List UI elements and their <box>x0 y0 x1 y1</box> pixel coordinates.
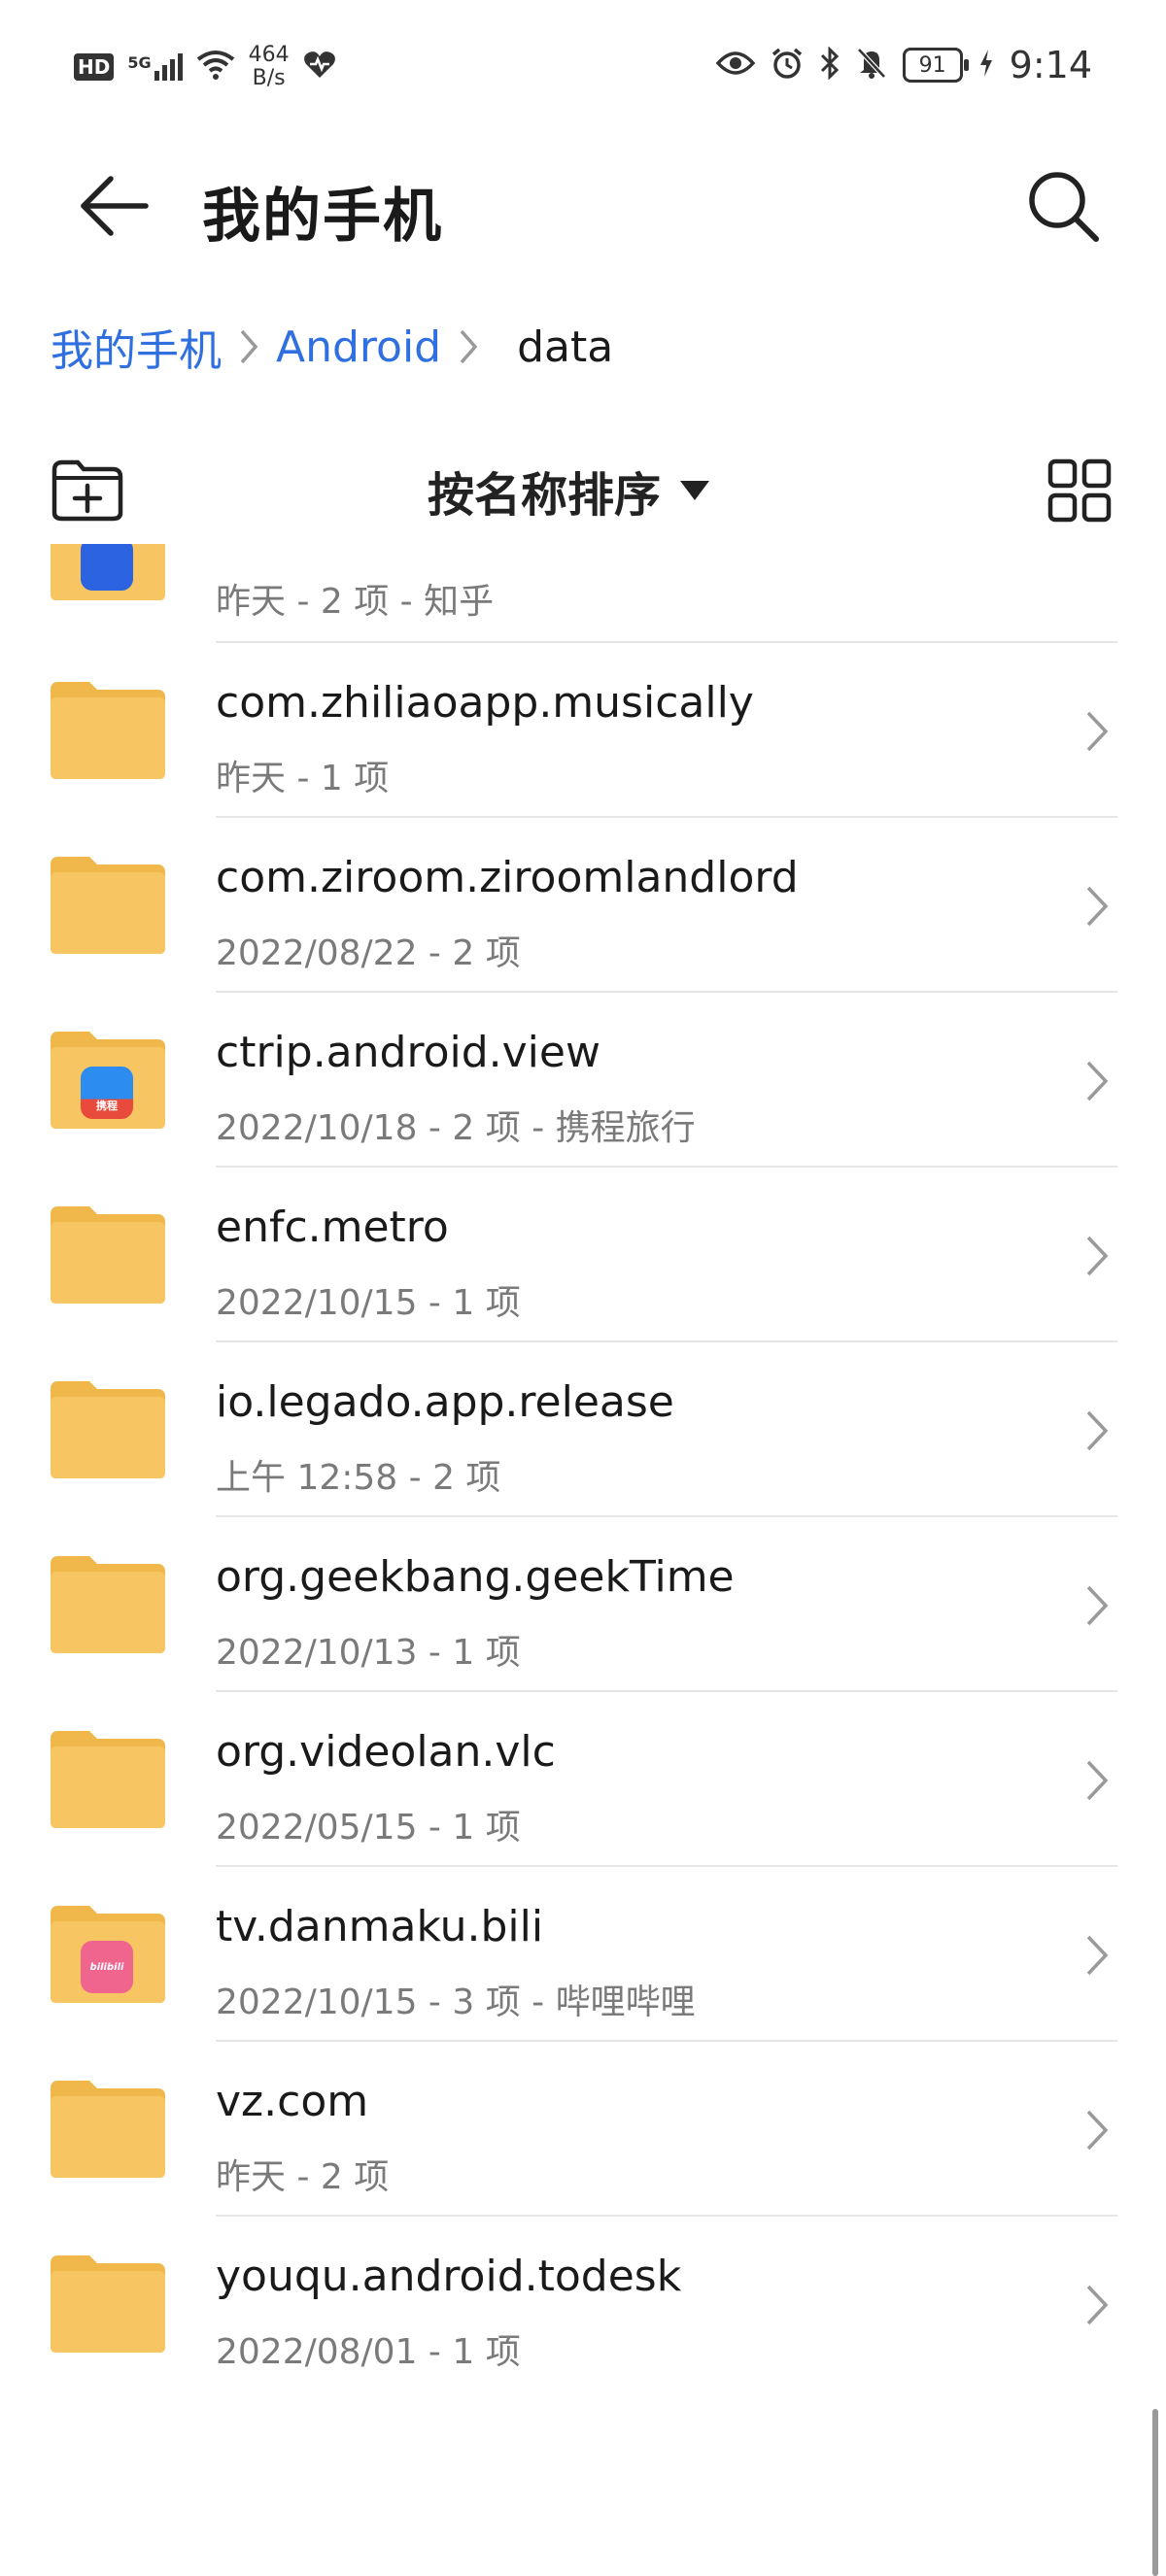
folder-icon: 携程 <box>51 1032 165 1129</box>
chevron-right-icon <box>1086 2110 1109 2151</box>
chevron-right-icon <box>1086 1410 1109 1451</box>
list-item[interactable]: io.legado.app.release 上午 12:58 - 2 项 <box>0 1342 1166 1517</box>
folder-icon <box>51 544 165 612</box>
file-name: io.legado.app.release <box>216 1377 674 1427</box>
chevron-right-icon <box>1086 886 1109 927</box>
net-speed-value: 464 <box>248 43 290 67</box>
list-item[interactable]: bilibili tv.danmaku.bili 2022/10/15 - 3 … <box>0 1867 1166 2042</box>
signal-icon: 5G <box>127 53 183 81</box>
file-name: youqu.android.todesk <box>216 2252 682 2301</box>
list-item[interactable]: com.zhiliaoapp.musically 昨天 - 1 项 <box>0 643 1166 818</box>
folder-icon <box>51 682 165 779</box>
file-meta: 昨天 - 1 项 <box>216 759 390 798</box>
search-button[interactable] <box>1022 165 1104 247</box>
battery-icon: 91 <box>902 48 969 83</box>
file-name: tv.danmaku.bili <box>216 1902 544 1951</box>
chevron-right-icon <box>1086 711 1109 752</box>
file-name: com.ziroom.ziroomlandlord <box>216 853 799 902</box>
net-speed-unit: B/s <box>252 66 286 90</box>
list-item[interactable]: org.videolan.vlc 2022/05/15 - 1 项 <box>0 1692 1166 1867</box>
file-meta: 上午 12:58 - 2 项 <box>216 1458 501 1498</box>
file-meta: 2022/10/15 - 1 项 <box>216 1283 521 1323</box>
ctrip-badge-label: 携程 <box>96 1100 118 1112</box>
heart-icon <box>303 51 336 84</box>
list-item[interactable]: vz.com 昨天 - 2 项 <box>0 2042 1166 2217</box>
chevron-right-icon <box>1086 1935 1109 1976</box>
breadcrumb-chevron-icon <box>441 313 496 381</box>
app-header: 我的手机 <box>0 146 1166 258</box>
new-folder-button[interactable] <box>51 457 124 525</box>
breadcrumb-item-android[interactable]: Android <box>276 322 441 372</box>
bilibili-app-icon: bilibili <box>81 1941 133 1993</box>
list-item[interactable]: enfc.metro 2022/10/15 - 1 项 <box>0 1168 1166 1342</box>
back-arrow-icon <box>81 176 149 236</box>
folder-icon <box>51 1556 165 1653</box>
file-meta: 昨天 - 2 项 - 知乎 <box>216 582 495 622</box>
grid-icon <box>1047 458 1112 523</box>
chevron-right-icon <box>1086 1585 1109 1626</box>
bluetooth-icon <box>819 46 840 84</box>
hd-icon: HD <box>74 53 115 81</box>
status-left: HD 5G 464 B/s <box>74 44 336 90</box>
list-item[interactable]: youqu.android.todesk 2022/08/01 - 1 项 <box>0 2217 1166 2391</box>
file-name: com.zhiliaoapp.musically <box>216 678 754 728</box>
folder-icon <box>51 857 165 954</box>
file-meta: 昨天 - 2 项 <box>216 2157 390 2197</box>
search-icon <box>1029 172 1099 242</box>
file-name: org.geekbang.geekTime <box>216 1552 735 1602</box>
file-meta: 2022/10/13 - 1 项 <box>216 1633 521 1673</box>
list-item[interactable]: 携程 ctrip.android.view 2022/10/18 - 2 项 -… <box>0 993 1166 1168</box>
scrollbar-thumb[interactable] <box>1152 2409 1158 2576</box>
bili-badge-label: bilibili <box>89 1961 124 1973</box>
folder-icon <box>51 1731 165 1828</box>
file-meta: 2022/10/18 - 2 项 - 携程旅行 <box>216 1108 696 1148</box>
folder-icon: bilibili <box>51 1906 165 2003</box>
folder-icon <box>51 2081 165 2178</box>
breadcrumb-item-my-phone[interactable]: 我的手机 <box>51 316 222 378</box>
chevron-right-icon <box>1086 1061 1109 1102</box>
signal-label: 5G <box>127 53 152 72</box>
new-folder-icon <box>51 459 123 522</box>
folder-icon <box>51 1206 165 1304</box>
file-meta: 2022/10/15 - 3 项 - 哔哩哔哩 <box>216 1983 696 2022</box>
chevron-right-icon <box>1086 1236 1109 1276</box>
mute-bell-icon <box>856 47 887 84</box>
file-meta: 2022/08/01 - 1 项 <box>216 2332 521 2372</box>
alarm-icon <box>771 47 804 84</box>
breadcrumb: 我的手机 Android data <box>51 313 613 381</box>
folder-icon <box>51 1381 165 1478</box>
file-meta: 2022/08/22 - 2 项 <box>216 933 521 973</box>
status-bar: HD 5G 464 B/s 91 9:14 <box>0 0 1166 146</box>
back-button[interactable] <box>72 165 154 247</box>
page-title: 我的手机 <box>202 183 443 251</box>
chevron-right-icon <box>1086 2285 1109 2325</box>
toolbar: 按名称排序 <box>0 437 1166 544</box>
list-item[interactable]: org.geekbang.geekTime 2022/10/13 - 1 项 <box>0 1517 1166 1692</box>
file-name: org.videolan.vlc <box>216 1727 556 1777</box>
breadcrumb-chevron-icon <box>222 313 276 381</box>
charging-icon <box>978 49 994 82</box>
sort-dropdown[interactable]: 按名称排序 <box>428 458 710 523</box>
list-item[interactable]: com.ziroom.ziroomlandlord 2022/08/22 - 2… <box>0 818 1166 993</box>
wifi-icon <box>196 50 235 85</box>
file-name: enfc.metro <box>216 1203 449 1252</box>
file-meta: 2022/05/15 - 1 项 <box>216 1808 521 1847</box>
ctrip-app-icon: 携程 <box>81 1067 133 1119</box>
file-name: vz.com <box>216 2077 369 2126</box>
clock: 9:14 <box>1009 44 1092 86</box>
grid-view-button[interactable] <box>1047 458 1112 523</box>
folder-icon <box>51 2255 165 2353</box>
breadcrumb-current: data <box>517 322 614 372</box>
status-right: 91 9:14 <box>715 44 1092 86</box>
list-item[interactable]: 昨天 - 2 项 - 知乎 <box>0 544 1166 643</box>
file-name: ctrip.android.view <box>216 1028 600 1077</box>
net-speed: 464 B/s <box>249 44 290 90</box>
chevron-right-icon <box>1086 1760 1109 1801</box>
caret-down-icon <box>680 481 710 500</box>
file-list: 昨天 - 2 项 - 知乎 com.zhiliaoapp.musically 昨… <box>0 544 1166 2419</box>
sort-label: 按名称排序 <box>428 468 662 523</box>
eye-icon <box>715 50 756 81</box>
